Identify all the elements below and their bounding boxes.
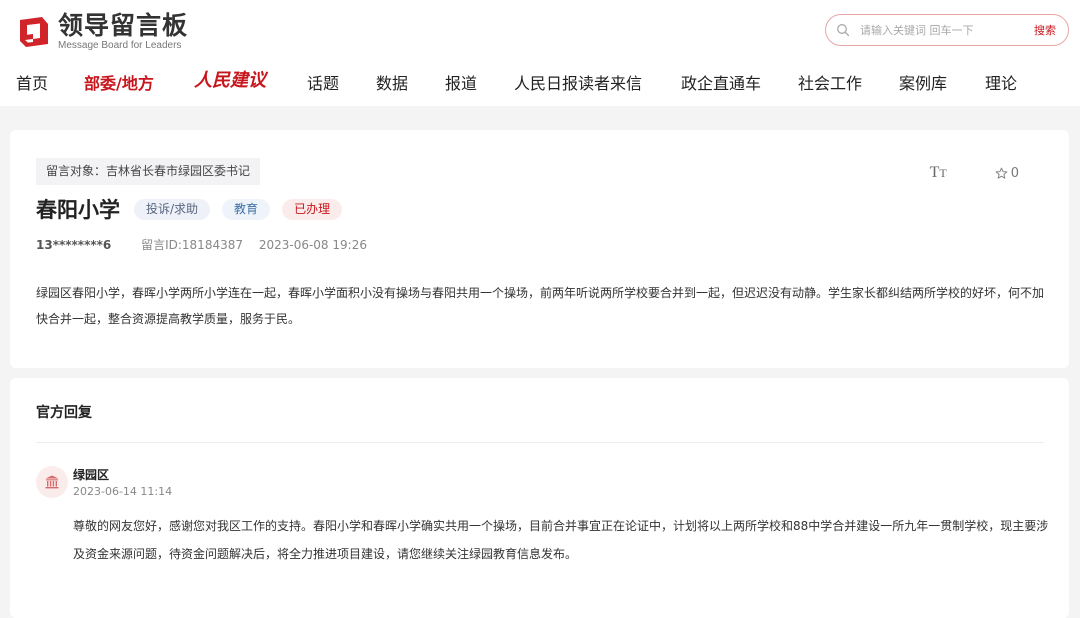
reply-divider: [36, 442, 1044, 443]
nav-item-enterprise-express[interactable]: 政企直通车: [681, 70, 761, 98]
reply-heading: 官方回复: [36, 405, 92, 421]
status-badge: 已办理: [282, 198, 343, 220]
reply-datetime: 2023-06-14 11:14: [73, 485, 173, 498]
category-tag[interactable]: 投诉/求助: [134, 198, 211, 220]
message-target: 留言对象：吉林省长春市绿园区委书记: [36, 158, 261, 185]
site-logo[interactable]: 领导留言板 Message Board for Leaders: [16, 12, 188, 52]
search-button[interactable]: 搜索: [1034, 22, 1056, 38]
message-title-row: 春阳小学 投诉/求助 教育 已办理: [36, 194, 354, 224]
reply-content: 尊敬的网友您好，感谢您对我区工作的支持。春阳小学和春晖小学确实共用一个操场，目前…: [73, 519, 1049, 561]
message-title: 春阳小学: [36, 198, 120, 222]
nav-item-theory[interactable]: 理论: [985, 70, 1017, 98]
nav-item-reader-letters[interactable]: 人民日报读者来信: [514, 70, 642, 98]
search-input[interactable]: [860, 19, 1020, 41]
message-user: 13********6: [36, 238, 112, 252]
nav-item-data[interactable]: 数据: [376, 70, 408, 98]
message-tools: TT 0: [930, 164, 1019, 182]
logo-subtitle: Message Board for Leaders: [58, 40, 182, 51]
reply-department: 绿园区: [73, 468, 110, 482]
favorite-count: 0: [1010, 165, 1019, 181]
favorite-button[interactable]: 0: [995, 166, 1019, 181]
search-icon: [837, 24, 850, 37]
star-icon: [995, 167, 1008, 179]
nav-item-case-library[interactable]: 案例库: [899, 70, 947, 98]
message-content: 绿园区春阳小学，春晖小学两所小学连在一起，春晖小学面积小没有操场与春阳共用一个操…: [36, 286, 1045, 326]
message-datetime: 2023-06-08 19:26: [258, 238, 367, 252]
logo-mark-icon: [20, 17, 48, 47]
nav-item-ministries-local[interactable]: 部委/地方: [84, 70, 154, 98]
department-avatar: [36, 466, 68, 498]
message-card: 留言对象：吉林省长春市绿园区委书记 TT 0 春阳小学 投诉/求助 教育 已办理…: [10, 130, 1069, 368]
field-tag[interactable]: 教育: [222, 198, 271, 220]
site-header: 领导留言板 Message Board for Leaders 搜索 首页 部委…: [0, 0, 1080, 106]
government-building-icon: [45, 475, 59, 489]
search-box: 搜索: [825, 14, 1069, 46]
reply-card: 官方回复 绿园区 2023-06-14 11:14 尊敬的网友您好，感谢您对我区…: [10, 378, 1069, 618]
message-meta: 13********6 留言ID:18184387 2023-06-08 19:…: [36, 236, 367, 253]
font-size-icon[interactable]: TT: [930, 164, 947, 182]
message-id: 留言ID:18184387: [141, 238, 243, 252]
main-nav: 首页 部委/地方 人民建议 话题 数据 报道 人民日报读者来信 政企直通车 社会…: [0, 70, 1080, 100]
nav-item-home[interactable]: 首页: [16, 70, 48, 98]
nav-item-people-suggestion[interactable]: 人民建议: [194, 67, 266, 95]
logo-title: 领导留言板: [58, 11, 189, 40]
nav-item-social-work[interactable]: 社会工作: [798, 70, 862, 98]
nav-item-reports[interactable]: 报道: [445, 70, 477, 98]
nav-item-topics[interactable]: 话题: [307, 70, 339, 98]
